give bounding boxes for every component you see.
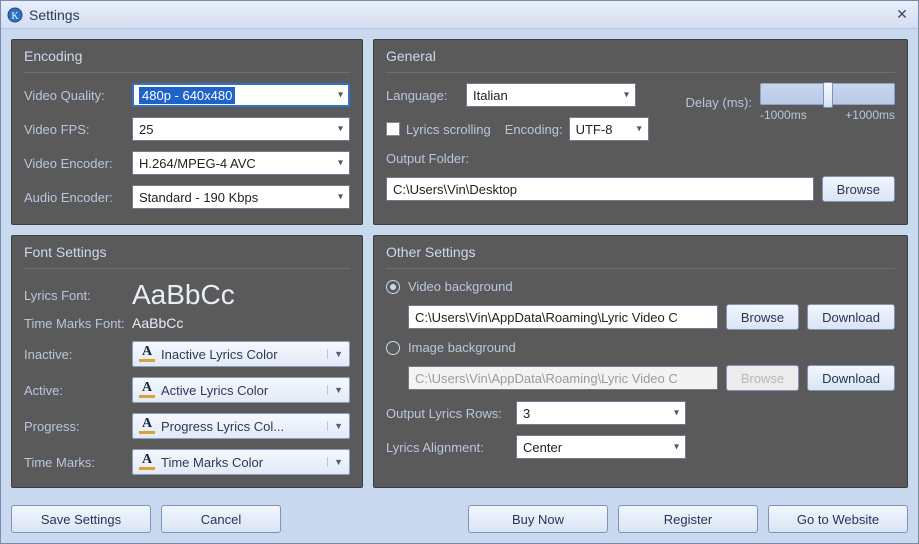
- lyrics-scrolling-checkbox[interactable]: [386, 122, 400, 136]
- image-background-browse-button: Browse: [726, 365, 799, 391]
- video-background-label: Video background: [408, 279, 513, 294]
- buy-now-button[interactable]: Buy Now: [468, 505, 608, 533]
- chevron-down-icon: ▾: [637, 124, 642, 135]
- general-group: General Language: Italian ▾ Lyrics scrol…: [373, 39, 908, 225]
- cancel-button[interactable]: Cancel: [161, 505, 281, 533]
- register-button[interactable]: Register: [618, 505, 758, 533]
- general-title: General: [386, 46, 895, 73]
- font-color-icon: A: [139, 382, 155, 398]
- image-background-download-button[interactable]: Download: [807, 365, 895, 391]
- chevron-down-icon: ▾: [338, 90, 343, 101]
- chevron-down-icon[interactable]: ▼: [327, 349, 343, 359]
- chevron-down-icon[interactable]: ▼: [327, 385, 343, 395]
- svg-text:K: K: [11, 11, 19, 22]
- encoding-title: Encoding: [24, 46, 350, 73]
- delay-min: -1000ms: [760, 108, 807, 122]
- time-marks-font-label: Time Marks Font:: [24, 316, 132, 331]
- font-color-icon: A: [139, 346, 155, 362]
- chevron-down-icon: ▾: [338, 124, 343, 135]
- chevron-down-icon: ▾: [338, 192, 343, 203]
- encoding-group: Encoding Video Quality: 480p - 640x480 ▾…: [11, 39, 363, 225]
- inactive-color-button[interactable]: A Inactive Lyrics Color ▼: [132, 341, 350, 367]
- output-folder-browse-button[interactable]: Browse: [822, 176, 895, 202]
- text-encoding-select[interactable]: UTF-8 ▾: [569, 117, 649, 141]
- chevron-down-icon[interactable]: ▼: [327, 421, 343, 431]
- audio-encoder-label: Audio Encoder:: [24, 190, 132, 205]
- video-encoder-select[interactable]: H.264/MPEG-4 AVC ▾: [132, 151, 350, 175]
- video-background-download-button[interactable]: Download: [807, 304, 895, 330]
- video-background-path-input[interactable]: C:\Users\Vin\AppData\Roaming\Lyric Video…: [408, 305, 718, 329]
- app-logo-icon: K: [7, 7, 23, 23]
- chevron-down-icon: ▾: [674, 442, 679, 453]
- chevron-down-icon: ▾: [338, 158, 343, 169]
- font-settings-group: Font Settings Lyrics Font: AaBbCc Time M…: [11, 235, 363, 488]
- image-background-path-input: C:\Users\Vin\AppData\Roaming\Lyric Video…: [408, 366, 718, 390]
- lyrics-scrolling-label: Lyrics scrolling: [406, 122, 491, 137]
- video-background-browse-button[interactable]: Browse: [726, 304, 799, 330]
- font-settings-title: Font Settings: [24, 242, 350, 269]
- time-marks-font-preview[interactable]: AaBbCc: [132, 315, 183, 331]
- active-color-button[interactable]: A Active Lyrics Color ▼: [132, 377, 350, 403]
- chevron-down-icon: ▾: [624, 90, 629, 101]
- titlebar: K Settings ✕: [1, 1, 918, 29]
- output-rows-select[interactable]: 3 ▾: [516, 401, 686, 425]
- lyrics-font-label: Lyrics Font:: [24, 288, 132, 303]
- alignment-label: Lyrics Alignment:: [386, 440, 516, 455]
- alignment-select[interactable]: Center ▾: [516, 435, 686, 459]
- image-background-radio[interactable]: [386, 341, 400, 355]
- video-background-radio[interactable]: [386, 280, 400, 294]
- video-fps-label: Video FPS:: [24, 122, 132, 137]
- other-settings-title: Other Settings: [386, 242, 895, 269]
- video-encoder-label: Video Encoder:: [24, 156, 132, 171]
- video-fps-select[interactable]: 25 ▾: [132, 117, 350, 141]
- chevron-down-icon: ▾: [674, 408, 679, 419]
- footer-bar: Save Settings Cancel Buy Now Register Go…: [11, 505, 908, 533]
- output-rows-label: Output Lyrics Rows:: [386, 406, 516, 421]
- inactive-label: Inactive:: [24, 347, 132, 362]
- active-label: Active:: [24, 383, 132, 398]
- encoding-label: Encoding:: [505, 122, 563, 137]
- output-folder-input[interactable]: C:\Users\Vin\Desktop: [386, 177, 814, 201]
- lyrics-font-preview[interactable]: AaBbCc: [132, 279, 235, 311]
- language-label: Language:: [386, 88, 466, 103]
- chevron-down-icon[interactable]: ▼: [327, 457, 343, 467]
- delay-slider[interactable]: [760, 83, 895, 105]
- font-color-icon: A: [139, 454, 155, 470]
- font-color-icon: A: [139, 418, 155, 434]
- audio-encoder-select[interactable]: Standard - 190 Kbps ▾: [132, 185, 350, 209]
- time-marks-color-button[interactable]: A Time Marks Color ▼: [132, 449, 350, 475]
- time-marks-label: Time Marks:: [24, 455, 132, 470]
- video-quality-label: Video Quality:: [24, 88, 132, 103]
- output-folder-label: Output Folder:: [386, 151, 469, 166]
- progress-label: Progress:: [24, 419, 132, 434]
- progress-color-button[interactable]: A Progress Lyrics Col... ▼: [132, 413, 350, 439]
- image-background-label: Image background: [408, 340, 516, 355]
- window-title: Settings: [29, 7, 80, 23]
- other-settings-group: Other Settings Video background C:\Users…: [373, 235, 908, 488]
- slider-thumb-icon[interactable]: [823, 82, 833, 108]
- close-icon[interactable]: ✕: [892, 6, 912, 24]
- delay-max: +1000ms: [845, 108, 895, 122]
- go-to-website-button[interactable]: Go to Website: [768, 505, 908, 533]
- language-select[interactable]: Italian ▾: [466, 83, 636, 107]
- save-settings-button[interactable]: Save Settings: [11, 505, 151, 533]
- video-quality-select[interactable]: 480p - 640x480 ▾: [132, 83, 350, 107]
- delay-label: Delay (ms):: [686, 95, 752, 110]
- settings-window: K Settings ✕ Encoding Video Quality: 480…: [0, 0, 919, 544]
